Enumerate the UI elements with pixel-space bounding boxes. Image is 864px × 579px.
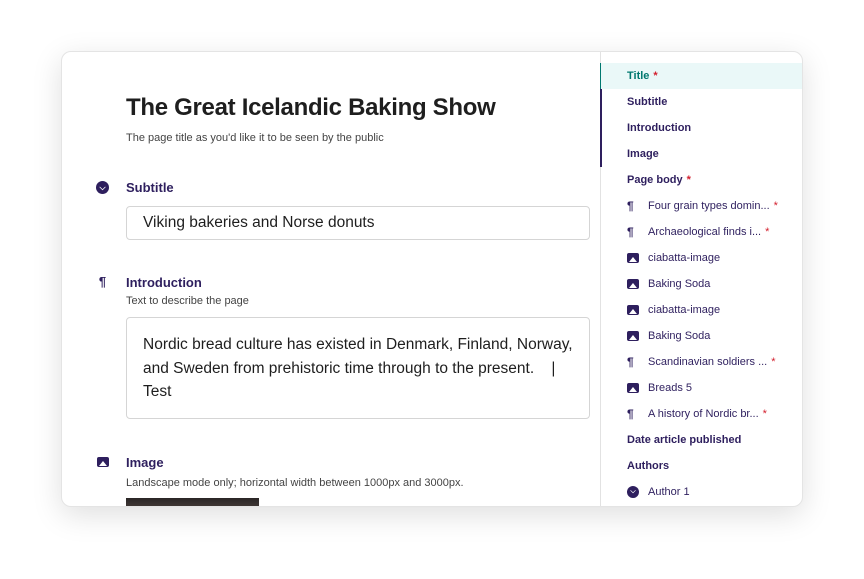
title-help: The page title as you'd like it to be se… (126, 132, 384, 144)
image-icon (627, 331, 639, 341)
sidebar-item-label: A history of Nordic br... (648, 408, 759, 420)
sidebar-item-label: Author 1 (648, 486, 690, 498)
required-marker: * (686, 174, 691, 186)
image-icon (627, 279, 639, 289)
sidebar-item-label: ciabatta-image (648, 304, 721, 316)
sidebar-item[interactable]: ¶ A history of Nordic br... * (601, 401, 802, 427)
sidebar-item-label: Baking Soda (648, 278, 711, 290)
sidebar-item-label: Image (627, 148, 659, 160)
sidebar-item[interactable]: ⌵ Author 1 (601, 479, 802, 505)
sidebar-item-label: Baking Soda (648, 330, 711, 342)
sidebar-item-label: Introduction (627, 122, 692, 134)
image-thumbnail[interactable] (126, 498, 259, 506)
subtitle-label: Subtitle (126, 180, 174, 195)
sidebar-item[interactable]: Image (601, 141, 802, 167)
sidebar-item-label: Scandinavian soldiers ... (648, 356, 768, 368)
editor-main: The Great Icelandic Baking Show The page… (62, 52, 600, 506)
sidebar-item[interactable]: ¶ Four grain types domin... * (601, 193, 802, 219)
page-title[interactable]: The Great Icelandic Baking Show (126, 94, 496, 122)
image-icon (627, 253, 639, 263)
sidebar-item[interactable]: Date article published (601, 427, 802, 453)
image-icon (627, 383, 639, 393)
sidebar-item-label: Breads 5 (648, 382, 693, 394)
sidebar-item[interactable]: Authors (601, 453, 802, 479)
image-icon (627, 305, 639, 315)
introduction-line: Nordic bread culture has existed in Denm… (143, 336, 573, 353)
sidebar-item[interactable]: ¶ Archaeological finds i... * (601, 219, 802, 245)
pilcrow-icon: ¶ (627, 199, 634, 213)
sidebar-item[interactable]: Introduction (601, 115, 802, 141)
image-help: Landscape mode only; horizontal width be… (126, 477, 464, 489)
sidebar-item[interactable]: Title * (601, 63, 802, 89)
required-marker: * (653, 70, 658, 82)
introduction-label: Introduction (126, 275, 202, 290)
pilcrow-icon: ¶ (627, 355, 634, 369)
required-marker: * (762, 408, 767, 420)
sidebar-item-label: Page body (627, 174, 683, 186)
image-label: Image (126, 455, 164, 470)
sidebar-item-label: Subtitle (627, 96, 668, 108)
pilcrow-icon: ¶ (627, 407, 634, 421)
sidebar-item-label: Title (627, 70, 650, 82)
sidebar-item-label: Authors (627, 460, 670, 472)
sidebar-item[interactable]: ciabatta-image (601, 245, 802, 271)
pilcrow-icon: ¶ (627, 225, 634, 239)
introduction-line: and Sweden from prehistoric time through… (143, 359, 556, 377)
sidebar-item[interactable]: ¶ Scandinavian soldiers ... * (601, 349, 802, 375)
required-marker: * (771, 356, 776, 368)
sidebar-item[interactable]: Baking Soda (601, 323, 802, 349)
sidebar-item-label: Archaeological finds i... (648, 226, 762, 238)
sidebar-item[interactable]: ciabatta-image (601, 297, 802, 323)
introduction-help: Text to describe the page (126, 295, 249, 307)
editor-window: The Great Icelandic Baking Show The page… (61, 51, 803, 507)
chevron-down-circle-icon[interactable]: ⌵ (96, 181, 109, 194)
sidebar-item[interactable]: Breads 5 (601, 375, 802, 401)
introduction-line: Test (143, 383, 172, 400)
pilcrow-icon: ¶ (98, 274, 107, 289)
image-icon (97, 457, 109, 467)
sidebar-item-label: Date article published (627, 434, 742, 446)
required-marker: * (773, 200, 778, 212)
sidebar-item-label: Four grain types domin... (648, 200, 770, 212)
sidebar-item[interactable]: Page body * (601, 167, 802, 193)
subtitle-input[interactable]: Viking bakeries and Norse donuts (126, 206, 590, 240)
required-marker: * (765, 226, 770, 238)
chevron-down-circle-icon: ⌵ (627, 486, 639, 498)
sidebar-outline: Title * Subtitle Introduction Image Page body… (600, 52, 802, 506)
introduction-textarea[interactable]: Nordic bread culture has existed in Denm… (126, 317, 590, 419)
sidebar-item[interactable]: Subtitle (601, 89, 802, 115)
sidebar-item[interactable]: Baking Soda (601, 271, 802, 297)
sidebar-item-label: ciabatta-image (648, 252, 721, 264)
